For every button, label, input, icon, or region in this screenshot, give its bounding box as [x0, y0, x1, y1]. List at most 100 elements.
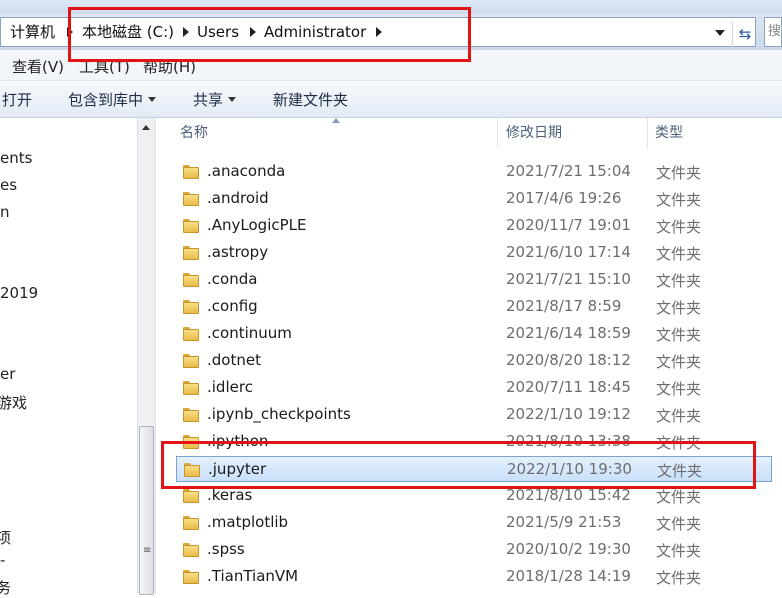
file-type: 文件夹 [656, 515, 702, 533]
file-type: 文件夹 [656, 353, 702, 371]
file-date: 2020/10/2 19:30 [506, 540, 631, 558]
file-row[interactable]: .TianTianVM 2018/1/28 14:19 文件夹 [176, 564, 772, 590]
file-date: 2020/7/11 18:45 [506, 378, 631, 396]
share-button[interactable]: 共享 [193, 89, 237, 110]
file-row[interactable]: .config 2021/8/17 8:59 文件夹 [176, 294, 772, 320]
annotation-highlight-box [161, 441, 756, 489]
file-type: 文件夹 [656, 164, 702, 182]
file-name: .AnyLogicPLE [207, 216, 307, 234]
open-button[interactable]: 打开 [2, 89, 32, 110]
file-date: 2018/1/28 14:19 [506, 567, 631, 585]
annotation-highlight-box [68, 7, 471, 62]
file-row[interactable]: .AnyLogicPLE 2020/11/7 19:01 文件夹 [176, 213, 772, 239]
file-name: .astropy [207, 243, 269, 261]
file-row[interactable]: .ipynb_checkpoints 2022/1/10 19:12 文件夹 [176, 402, 772, 428]
file-type: 文件夹 [656, 272, 702, 290]
column-divider[interactable] [647, 118, 648, 149]
file-date: 2021/5/9 21:53 [506, 513, 622, 531]
file-type: 文件夹 [656, 542, 702, 560]
file-type: 文件夹 [656, 380, 702, 398]
file-type: 文件夹 [656, 488, 702, 506]
nav-item[interactable]: ents [0, 149, 32, 167]
file-type: 文件夹 [656, 326, 702, 344]
command-bar: 打开 包含到库中 共享 新建文件夹 [0, 81, 782, 118]
file-date: 2021/8/17 8:59 [506, 297, 622, 315]
search-box-label: 搜 [768, 24, 782, 39]
file-date: 2017/4/6 19:26 [506, 189, 622, 207]
new-folder-button[interactable]: 新建文件夹 [273, 89, 348, 110]
chevron-down-icon [148, 97, 157, 102]
file-type: 文件夹 [656, 245, 702, 263]
file-date: 2020/11/7 19:01 [506, 216, 631, 234]
file-type: 文件夹 [656, 299, 702, 317]
file-type: 文件夹 [656, 191, 702, 209]
nav-item[interactable]: er [0, 365, 15, 383]
file-name: .matplotlib [207, 513, 289, 531]
nav-item[interactable]: 项 [0, 527, 11, 548]
nav-item[interactable]: 务 [0, 577, 11, 598]
scrollbar-thumb[interactable]: ≡ [139, 426, 154, 595]
folder-icon [183, 165, 199, 179]
file-row[interactable]: .android 2017/4/6 19:26 文件夹 [176, 186, 772, 212]
nav-item[interactable]: - [0, 551, 5, 569]
file-date: 2022/1/10 19:12 [506, 405, 631, 423]
folder-icon [183, 300, 199, 314]
column-divider[interactable] [497, 118, 498, 149]
share-label: 共享 [193, 91, 224, 109]
address-history-dropdown-icon[interactable] [715, 30, 725, 36]
file-row[interactable]: .conda 2021/7/21 15:10 文件夹 [176, 267, 772, 293]
folder-icon [183, 489, 199, 503]
chevron-down-icon [228, 97, 237, 102]
file-name: .spss [207, 540, 245, 558]
file-row[interactable]: .idlerc 2020/7/11 18:45 文件夹 [176, 375, 772, 401]
nav-item[interactable]: n [0, 203, 10, 221]
file-name: .ipynb_checkpoints [207, 405, 351, 423]
folder-icon [183, 327, 199, 341]
folder-icon [183, 570, 199, 584]
column-header-name[interactable]: 名称 [180, 118, 208, 149]
file-date: 2021/6/14 18:59 [506, 324, 631, 342]
nav-scrollbar[interactable]: ≡ [137, 118, 155, 595]
nav-item[interactable]: 游戏 [0, 392, 27, 413]
folder-icon [183, 273, 199, 287]
menu-view[interactable]: 查看(V) [12, 56, 64, 77]
file-row[interactable]: .anaconda 2021/7/21 15:04 文件夹 [176, 159, 772, 185]
file-name: .continuum [207, 324, 292, 342]
file-name: .idlerc [207, 378, 253, 396]
folder-icon [183, 246, 199, 260]
grip-icon: ≡ [143, 545, 152, 556]
file-type: 文件夹 [656, 218, 702, 236]
folder-icon [183, 192, 199, 206]
file-name: .android [207, 189, 269, 207]
include-library-label: 包含到库中 [68, 91, 144, 109]
file-row[interactable]: .spss 2020/10/2 19:30 文件夹 [176, 537, 772, 563]
file-name: .conda [207, 270, 258, 288]
file-date: 2021/7/21 15:04 [506, 162, 631, 180]
folder-icon [183, 543, 199, 557]
refresh-icon[interactable]: ⇆ [732, 21, 757, 47]
file-row[interactable]: .dotnet 2020/8/20 18:12 文件夹 [176, 348, 772, 374]
file-date: 2021/6/10 17:14 [506, 243, 631, 261]
file-name: .dotnet [207, 351, 261, 369]
file-row[interactable]: .continuum 2021/6/14 18:59 文件夹 [176, 321, 772, 347]
column-header-type[interactable]: 类型 [655, 118, 683, 149]
file-date: 2021/7/21 15:10 [506, 270, 631, 288]
nav-item[interactable]: 2019 [0, 284, 38, 302]
folder-icon [183, 354, 199, 368]
crumb-computer[interactable]: 计算机 [10, 18, 55, 46]
folder-icon [183, 516, 199, 530]
navigation-pane: ents es n 2019 er 游戏 项 - 务 [0, 118, 138, 597]
file-name: .config [207, 297, 258, 315]
file-type: 文件夹 [656, 569, 702, 587]
file-row[interactable]: .matplotlib 2021/5/9 21:53 文件夹 [176, 510, 772, 536]
scroll-up-arrow-icon[interactable] [142, 125, 150, 130]
column-header-date[interactable]: 修改日期 [506, 118, 562, 149]
folder-icon [183, 408, 199, 422]
file-date: 2020/8/20 18:12 [506, 351, 631, 369]
search-box[interactable]: 搜 [764, 17, 782, 47]
file-name: .TianTianVM [207, 567, 299, 585]
file-row[interactable]: .astropy 2021/6/10 17:14 文件夹 [176, 240, 772, 266]
file-type: 文件夹 [656, 407, 702, 425]
nav-item[interactable]: es [0, 176, 17, 194]
include-library-button[interactable]: 包含到库中 [68, 89, 157, 110]
